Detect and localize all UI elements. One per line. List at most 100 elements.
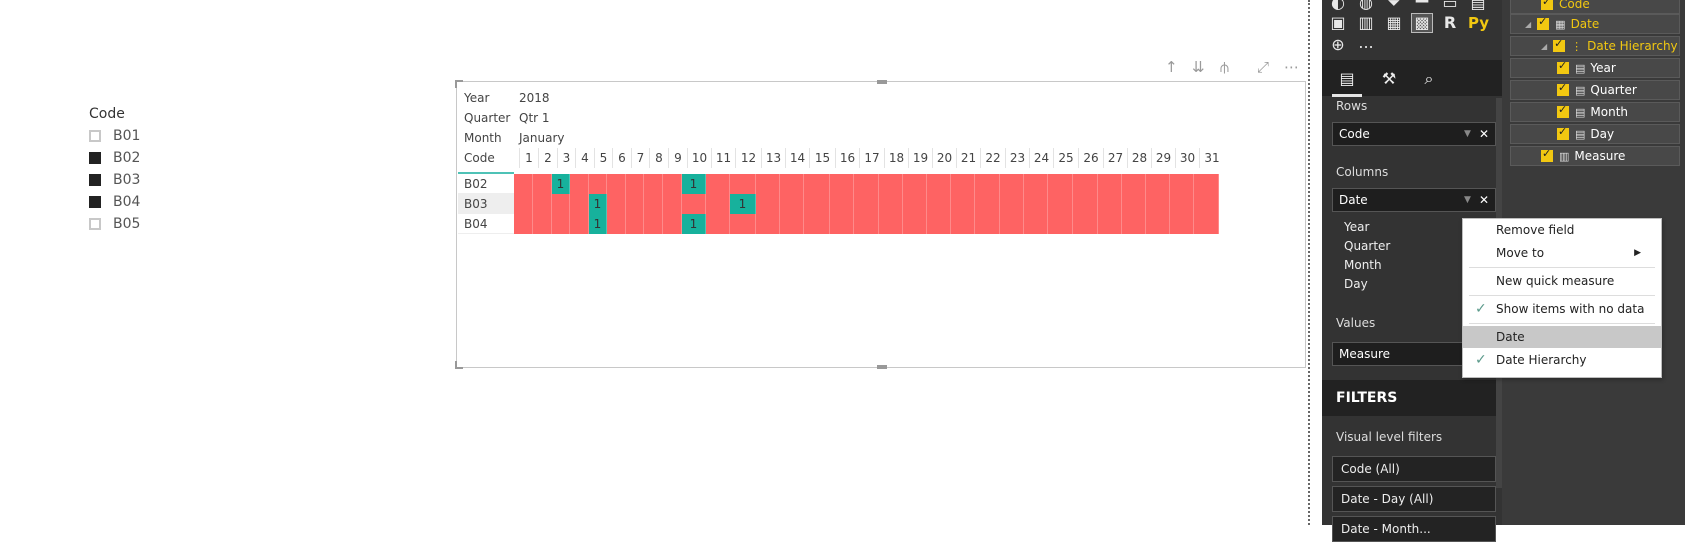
day-column-header[interactable]: 24	[1029, 148, 1053, 168]
value-cell-empty[interactable]	[1146, 194, 1170, 214]
day-column-header[interactable]: 11	[711, 148, 735, 168]
value-cell-empty[interactable]	[927, 194, 951, 214]
value-cell-empty[interactable]	[607, 214, 626, 234]
slicer-item-b05[interactable]: B05	[89, 213, 209, 235]
value-cell-empty[interactable]	[756, 194, 780, 214]
matrix-icon[interactable]: ▩	[1411, 13, 1433, 33]
field-day[interactable]: ▤ Day	[1510, 124, 1680, 144]
day-column-header[interactable]: 1	[519, 148, 538, 168]
value-cell-empty[interactable]	[951, 214, 975, 234]
value-cell-empty[interactable]	[552, 214, 570, 234]
gauge-icon[interactable]: ▀	[1412, 0, 1432, 12]
value-cell-empty[interactable]	[951, 194, 975, 214]
day-column-header[interactable]: 10	[687, 148, 711, 168]
value-cell-empty[interactable]	[607, 174, 626, 194]
menu-item-date-hierarchy[interactable]: ✓ Date Hierarchy	[1463, 349, 1661, 371]
chevron-down-icon[interactable]: ▼	[1464, 129, 1471, 139]
hierarchy-expand-icon[interactable]: ⫛	[1220, 58, 1229, 76]
value-cell-empty[interactable]	[780, 174, 804, 194]
value-cell-empty[interactable]	[830, 214, 854, 234]
slicer-icon[interactable]: ▥	[1356, 14, 1376, 32]
checkbox-icon[interactable]	[89, 218, 101, 230]
value-cell-empty[interactable]	[626, 174, 644, 194]
day-column-header[interactable]: 28	[1127, 148, 1151, 168]
day-column-header[interactable]: 8	[649, 148, 668, 168]
value-cell-empty[interactable]	[552, 194, 570, 214]
kpi-icon[interactable]: ▤	[1468, 0, 1488, 12]
resize-handle[interactable]	[455, 361, 463, 369]
checkbox-icon[interactable]	[1541, 147, 1553, 162]
checkbox-icon[interactable]	[1541, 0, 1553, 10]
value-cell-empty[interactable]	[533, 194, 552, 214]
value-cell-empty[interactable]	[1146, 214, 1170, 234]
value-cell-empty[interactable]	[1170, 174, 1194, 194]
value-cell-empty[interactable]	[1098, 174, 1122, 194]
value-cell-empty[interactable]	[644, 194, 663, 214]
value-cell-empty[interactable]	[830, 194, 854, 214]
value-cell-empty[interactable]	[644, 174, 663, 194]
value-cell-empty[interactable]	[879, 174, 903, 194]
value-cell-empty[interactable]	[607, 194, 626, 214]
value-cell-empty[interactable]	[1000, 194, 1024, 214]
value-cell-filled[interactable]	[730, 194, 756, 214]
double-arrow-down-icon[interactable]: ⇊	[1192, 58, 1205, 76]
value-cell-empty[interactable]	[975, 214, 1000, 234]
arcgis-globe-icon[interactable]: ⊕	[1328, 36, 1348, 54]
value-cell-empty[interactable]	[706, 194, 730, 214]
value-cell-empty[interactable]	[1194, 174, 1219, 194]
day-column-header[interactable]: 6	[612, 148, 631, 168]
columns-subfield-year[interactable]: Year	[1344, 220, 1369, 234]
value-cell-filled[interactable]	[589, 194, 607, 214]
checkbox-icon[interactable]	[1553, 37, 1566, 52]
day-column-header[interactable]: 19	[908, 148, 932, 168]
value-cell-filled[interactable]	[552, 174, 570, 194]
value-cell-empty[interactable]	[1048, 194, 1073, 214]
day-column-header[interactable]: 14	[785, 148, 809, 168]
value-cell-empty[interactable]	[903, 214, 927, 234]
checkbox-icon[interactable]	[89, 174, 101, 186]
value-cell-empty[interactable]	[804, 194, 830, 214]
checkbox-icon[interactable]	[1537, 15, 1550, 30]
value-cell-empty[interactable]	[1098, 194, 1122, 214]
resize-handle[interactable]	[455, 80, 463, 88]
day-column-header[interactable]: 31	[1199, 148, 1224, 168]
checkbox-icon[interactable]	[89, 130, 101, 142]
day-column-header[interactable]: 16	[835, 148, 859, 168]
value-cell-empty[interactable]	[854, 174, 879, 194]
day-column-header[interactable]: 25	[1053, 148, 1078, 168]
value-cell-filled[interactable]	[589, 214, 607, 234]
card-icon[interactable]: ▭	[1440, 0, 1460, 12]
value-cell-empty[interactable]	[1194, 194, 1219, 214]
field-year[interactable]: ▤ Year	[1510, 58, 1680, 78]
day-column-header[interactable]: 5	[594, 148, 612, 168]
value-cell-empty[interactable]	[663, 214, 682, 234]
columns-subfield-day[interactable]: Day	[1344, 277, 1368, 291]
day-column-header[interactable]: 30	[1175, 148, 1199, 168]
value-cell-empty[interactable]	[804, 174, 830, 194]
python-visual-icon[interactable]: Py	[1468, 14, 1489, 32]
value-cell-empty[interactable]	[570, 194, 589, 214]
day-column-header[interactable]: 15	[809, 148, 835, 168]
field-code[interactable]: Code	[1510, 0, 1680, 14]
map-icon[interactable]: ◐	[1328, 0, 1348, 12]
value-cell-empty[interactable]	[1122, 174, 1146, 194]
value-cell-empty[interactable]	[1170, 194, 1194, 214]
day-column-header[interactable]: 23	[1005, 148, 1029, 168]
columns-subfield-quarter[interactable]: Quarter	[1344, 239, 1390, 253]
value-cell-empty[interactable]	[1048, 214, 1073, 234]
value-cell-empty[interactable]	[533, 174, 552, 194]
close-icon[interactable]: ✕	[1479, 127, 1489, 141]
value-cell-empty[interactable]	[626, 194, 644, 214]
value-cell-empty[interactable]	[1073, 194, 1098, 214]
value-cell-empty[interactable]	[879, 194, 903, 214]
value-cell-empty[interactable]	[780, 214, 804, 234]
value-cell-empty[interactable]	[804, 214, 830, 234]
day-column-header[interactable]: 13	[761, 148, 785, 168]
resize-handle[interactable]	[877, 80, 887, 84]
value-cell-empty[interactable]	[570, 214, 589, 234]
menu-item-new-quick-measure[interactable]: New quick measure	[1463, 270, 1661, 292]
day-column-header[interactable]: 4	[575, 148, 594, 168]
checkbox-icon[interactable]	[1557, 81, 1569, 96]
day-column-header[interactable]: 7	[631, 148, 649, 168]
value-cell-empty[interactable]	[1024, 174, 1048, 194]
